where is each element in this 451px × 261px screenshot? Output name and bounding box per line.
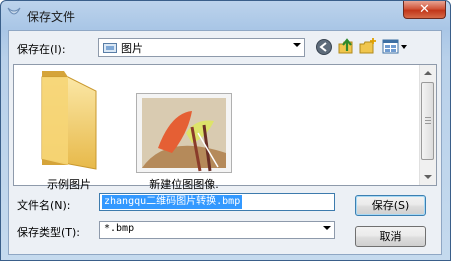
window-title: 保存文件 <box>27 10 76 24</box>
filetype-value: *.bmp <box>104 223 135 234</box>
file-list[interactable]: 示例图片 新建位图图像. <box>13 64 437 191</box>
filename-value: zhangqu二维码图片转换.bmp <box>102 195 243 209</box>
dialog-client-area: 保存在(I): 图片 示例图片 新建位图图像. 文件名(N): zhangqu二… <box>8 30 442 255</box>
save-in-label: 保存在(I): <box>17 43 66 56</box>
scrollbar-thumb[interactable] <box>421 82 434 160</box>
folder-name: 示例图片 <box>47 178 91 191</box>
close-button[interactable]: ✕ <box>403 1 446 19</box>
save-file-dialog: 保存文件 ✕ 保存在(I): 图片 示例图片 新建位图图像. 文件名(N): z… <box>0 0 451 261</box>
scroll-down-icon[interactable] <box>424 175 432 179</box>
save-in-dropdown[interactable]: 图片 <box>98 38 305 57</box>
image-file-name: 新建位图图像. <box>149 178 219 191</box>
chevron-down-icon <box>293 43 301 47</box>
app-icon <box>7 7 21 15</box>
cancel-button[interactable]: 取消 <box>355 226 426 247</box>
filetype-dropdown[interactable]: *.bmp <box>99 221 335 239</box>
new-folder-icon[interactable] <box>359 37 377 55</box>
up-folder-icon[interactable] <box>337 37 355 55</box>
save-in-value: 图片 <box>121 42 143 55</box>
title-bar[interactable]: 保存文件 ✕ <box>1 1 450 29</box>
filename-label: 文件名(N): <box>17 199 71 212</box>
view-menu-icon[interactable] <box>382 38 410 56</box>
scroll-up-icon[interactable] <box>424 71 432 75</box>
folder-icon <box>41 71 97 170</box>
close-icon: ✕ <box>419 2 430 17</box>
back-arrow-icon[interactable] <box>315 38 333 56</box>
chevron-down-icon <box>323 226 331 230</box>
filename-input[interactable]: zhangqu二维码图片转换.bmp <box>99 193 335 211</box>
vertical-scrollbar[interactable] <box>419 65 436 185</box>
filetype-label: 保存类型(T): <box>17 226 81 239</box>
save-button[interactable]: 保存(S) <box>355 195 426 216</box>
bitmap-thumbnail-icon <box>136 93 232 173</box>
pictures-folder-icon <box>103 43 117 53</box>
